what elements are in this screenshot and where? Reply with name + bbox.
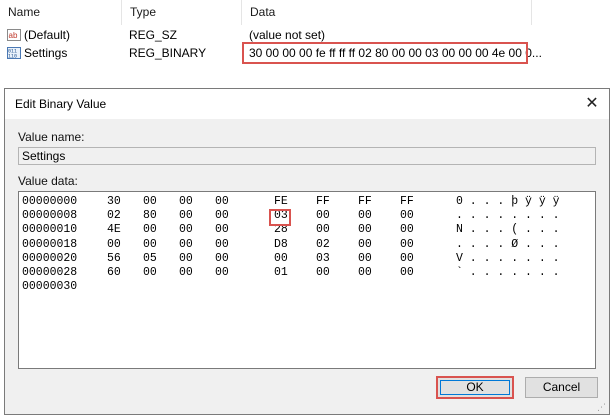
hex-offset: 00000000 (22, 195, 78, 208)
hex-byte[interactable]: D8 (274, 238, 288, 252)
hex-byte[interactable]: 00 (215, 209, 229, 223)
hex-offset: 00000008 (22, 209, 78, 223)
hex-ascii: 0 . . . þ ÿ ÿ ÿ (456, 195, 560, 208)
hex-ascii: . . . . Ø . . . (456, 237, 560, 251)
registry-value-list: Name Type Data ab (Default) REG_SZ (valu… (0, 0, 614, 90)
hex-byte[interactable]: 00 (215, 238, 229, 252)
ok-button-focus (440, 380, 510, 395)
hex-byte[interactable]: 05 (143, 252, 157, 266)
hex-byte[interactable]: 00 (400, 252, 414, 266)
hex-offset: 00000028 (22, 266, 78, 279)
hex-byte[interactable]: FE (274, 195, 288, 209)
data-highlight-box (242, 42, 528, 64)
hex-byte[interactable]: 80 (143, 209, 157, 223)
hex-byte[interactable]: 00 (143, 223, 157, 237)
hex-byte[interactable]: 03 (316, 252, 330, 266)
hex-byte[interactable]: 00 (215, 266, 229, 280)
hex-byte[interactable]: FF (358, 195, 372, 209)
value-data-editor[interactable]: 00000000 30 00 00 00 FE FF FF FF 0 . . . þ ÿ ÿ ÿ0… (18, 191, 596, 369)
edit-binary-value-dialog: Edit Binary Value ✕ Value name: Settings… (4, 88, 610, 415)
hex-byte[interactable]: 56 (107, 252, 121, 266)
hex-byte[interactable]: 30 (107, 195, 121, 209)
hex-byte[interactable]: 60 (107, 266, 121, 280)
hex-byte[interactable]: 00 (400, 209, 414, 223)
value-type-cell: REG_SZ (129, 28, 178, 42)
hex-byte[interactable]: 00 (179, 238, 193, 252)
hex-byte[interactable]: 00 (316, 209, 330, 223)
svg-text:110: 110 (8, 54, 17, 60)
hex-byte[interactable]: 00 (215, 223, 229, 237)
hex-byte[interactable]: 00 (316, 266, 330, 280)
hex-ascii: ` . . . . . . . (456, 266, 560, 279)
value-name-cell: ab (Default) (7, 28, 71, 42)
hex-byte[interactable]: 00 (179, 252, 193, 266)
hex-offset: 00000010 (22, 223, 78, 237)
hex-byte[interactable]: 00 (400, 223, 414, 237)
hex-offset: 00000030 (22, 280, 78, 294)
dialog-title: Edit Binary Value (15, 97, 107, 111)
hex-byte[interactable]: 02 (107, 209, 121, 223)
cancel-button[interactable]: Cancel (525, 377, 598, 398)
svg-text:ab: ab (9, 31, 18, 40)
hex-byte[interactable]: 00 (215, 195, 229, 209)
string-value-icon: ab (7, 29, 21, 41)
column-header-type[interactable]: Type (122, 0, 242, 25)
hex-offset: 00000018 (22, 237, 78, 251)
hex-byte[interactable]: 00 (316, 223, 330, 237)
binary-value-icon: 011 110 (7, 47, 21, 59)
hex-byte[interactable]: 00 (179, 223, 193, 237)
hex-ascii: V . . . . . . . (456, 251, 560, 265)
hex-byte[interactable]: 00 (143, 195, 157, 209)
value-type-cell: REG_BINARY (129, 46, 207, 60)
value-name-cell: 011 110 Settings (7, 46, 68, 60)
hex-byte[interactable]: 00 (179, 195, 193, 209)
hex-byte[interactable]: 00 (358, 209, 372, 223)
hex-byte[interactable]: 00 (274, 252, 288, 266)
hex-byte[interactable]: 00 (107, 238, 121, 252)
hex-byte[interactable]: 00 (179, 209, 193, 223)
close-icon[interactable]: ✕ (581, 93, 603, 115)
hex-byte[interactable]: 00 (358, 252, 372, 266)
hex-offset: 00000020 (22, 251, 78, 265)
hex-byte[interactable]: 02 (316, 238, 330, 252)
hex-byte[interactable]: 00 (143, 266, 157, 280)
hex-byte[interactable]: 00 (358, 223, 372, 237)
hex-byte[interactable]: 00 (358, 266, 372, 280)
hex-byte[interactable]: 00 (400, 238, 414, 252)
column-header-name[interactable]: Name (0, 0, 122, 25)
resize-grip-icon[interactable]: ⋰ (597, 402, 607, 412)
value-name-label: Value name: (18, 130, 85, 144)
hex-byte[interactable]: 4E (107, 223, 121, 237)
hex-byte[interactable]: FF (400, 195, 414, 209)
hex-byte[interactable]: 00 (358, 238, 372, 252)
value-data-label: Value data: (18, 174, 78, 188)
hex-ascii: N . . . ( . . . (456, 223, 560, 237)
hex-byte[interactable]: 00 (143, 238, 157, 252)
hex-byte[interactable]: 01 (274, 266, 288, 280)
ok-button[interactable]: OK (436, 376, 514, 399)
column-header-data[interactable]: Data (242, 0, 532, 25)
hex-byte[interactable]: FF (316, 195, 330, 209)
hex-byte[interactable]: 00 (400, 266, 414, 280)
hex-byte[interactable]: 00 (215, 252, 229, 266)
byte-highlight-box (269, 209, 291, 226)
dialog-titlebar: Edit Binary Value ✕ (5, 89, 609, 119)
value-name-field[interactable]: Settings (18, 147, 596, 165)
hex-ascii: . . . . . . . . (456, 209, 560, 223)
hex-byte[interactable]: 00 (179, 266, 193, 280)
